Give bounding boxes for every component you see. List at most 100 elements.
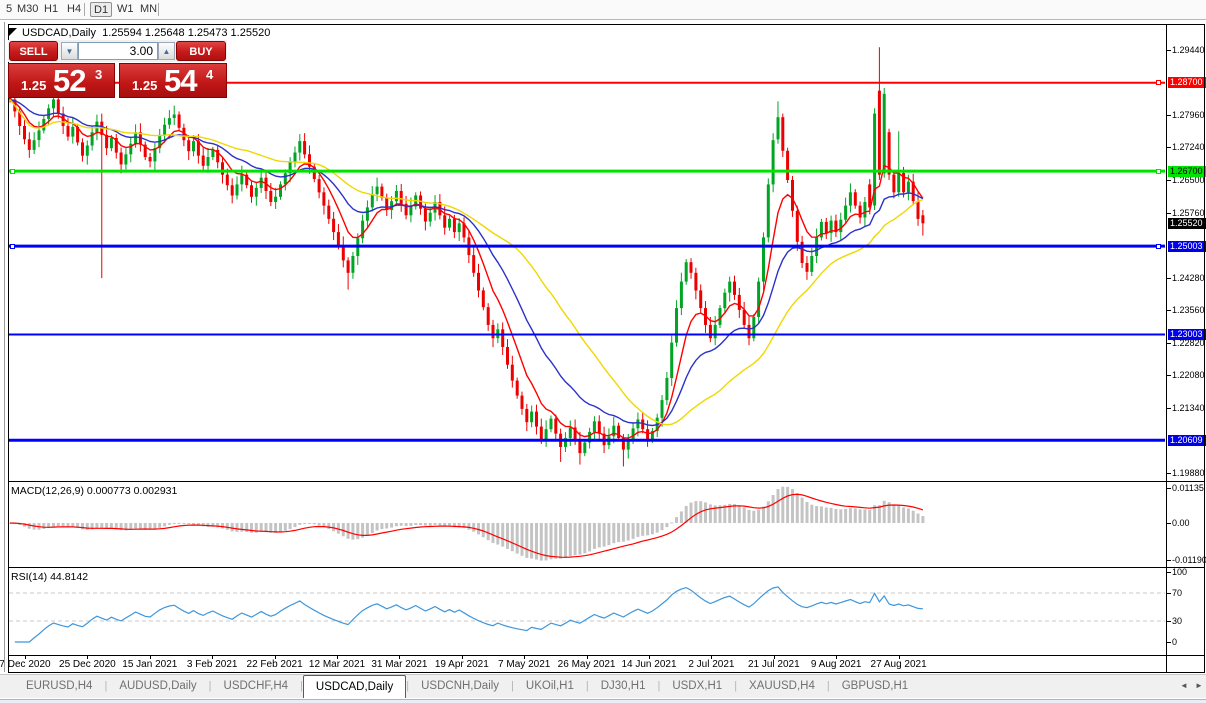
toolbar-separator xyxy=(158,3,159,16)
price-level-tag-1.23003: 1.23003 xyxy=(1168,329,1206,340)
tab-gbpusd-h1[interactable]: GBPUSD,H1 xyxy=(830,675,920,698)
chart-tab-bar: EURUSD,H4 | AUDUSD,Daily | USDCHF,H4 | USDCAD,… xyxy=(0,674,1206,698)
trade-controls-row: SELL ▼ 3.00 ▲ BUY xyxy=(8,40,227,62)
hline-handle-resistance-1.26700[interactable] xyxy=(10,168,15,174)
macd-signal-line xyxy=(9,493,924,558)
chart-frame-left-border xyxy=(8,24,9,672)
price-tick xyxy=(1167,115,1171,116)
price-macd-divider xyxy=(8,481,1205,482)
date-label: 26 May 2021 xyxy=(557,659,616,670)
macd-tick-label: 0.00 xyxy=(1172,518,1190,528)
timeframe-button-h1[interactable]: H1 xyxy=(41,2,61,17)
symbol-title: USDCAD,Daily xyxy=(22,27,96,39)
tab-scroll-left-icon[interactable]: ◄ xyxy=(1180,681,1188,690)
status-bar xyxy=(0,699,1206,703)
price-tick xyxy=(1167,408,1171,409)
tab-xauusd-h4[interactable]: XAUUSD,H4 xyxy=(737,675,827,698)
volume-input[interactable]: 3.00 xyxy=(78,42,158,60)
rsi-tick-label: 100 xyxy=(1172,567,1188,577)
date-label: 31 Mar 2021 xyxy=(371,659,428,670)
sell-quote-button[interactable]: 1.25 52 3 xyxy=(8,63,115,98)
tab-usdcnh-daily[interactable]: USDCNH,Daily xyxy=(409,675,511,698)
axis-divider xyxy=(1166,24,1167,672)
macd-histogram xyxy=(9,486,925,561)
chart-marker-icon xyxy=(9,28,17,36)
price-tick-label: 1.27960 xyxy=(1172,110,1205,120)
sell-price-prefix: 1.25 xyxy=(21,78,47,93)
timeframe-button-mn[interactable]: MN xyxy=(137,2,160,17)
rsi-tick-label: 0 xyxy=(1172,637,1178,647)
hline-handle-support-1.25003[interactable] xyxy=(10,243,15,249)
price-tick-label: 1.29440 xyxy=(1172,45,1205,55)
price-tick xyxy=(1167,180,1171,181)
buy-quote-button[interactable]: 1.25 54 4 xyxy=(119,63,227,98)
sell-price-main: 52 xyxy=(53,63,86,98)
rsi-line xyxy=(14,586,923,643)
price-tick-label: 1.19880 xyxy=(1172,468,1205,478)
hline-handle-resistance-1.26700[interactable] xyxy=(1156,168,1161,174)
date-axis: 7 Dec 2020 25 Dec 2020 15 Jan 2021 3 Feb 20… xyxy=(0,656,1166,672)
date-label: 27 Aug 2021 xyxy=(870,659,927,670)
tab-dj30-h1[interactable]: DJ30,H1 xyxy=(589,675,658,698)
rsi-tick xyxy=(1167,593,1171,594)
macd-rsi-divider xyxy=(8,567,1205,568)
price-tick xyxy=(1167,147,1171,148)
candlesticks-series xyxy=(9,47,925,467)
rsi-tick xyxy=(1167,642,1171,643)
toolbar-separator xyxy=(84,3,85,16)
rsi-date-divider xyxy=(8,655,1205,656)
volume-increase-icon[interactable]: ▲ xyxy=(158,42,175,60)
tab-usdcad-daily[interactable]: USDCAD,Daily xyxy=(302,675,407,698)
price-level-tag-1.28700: 1.28700 xyxy=(1168,77,1206,88)
timeframe-button-w1[interactable]: W1 xyxy=(114,2,137,17)
price-tick xyxy=(1167,213,1171,214)
macd-tick-label: -0.01190 xyxy=(1172,555,1206,565)
sell-button[interactable]: SELL xyxy=(9,41,58,61)
macd-label: MACD(12,26,9) 0.000773 0.002931 xyxy=(11,485,178,497)
chart-frame-outer-border xyxy=(4,22,5,672)
one-click-trading-panel: SELL ▼ 3.00 ▲ BUY 1.25 52 3 1.25 54 4 xyxy=(8,40,227,98)
date-label: 14 Jun 2021 xyxy=(621,659,677,670)
date-label: 7 May 2021 xyxy=(498,659,551,670)
chart-frame-bottom-border xyxy=(8,672,1205,673)
price-tick-label: 1.27240 xyxy=(1172,142,1205,152)
macd-tick xyxy=(1167,523,1171,524)
price-tick-label: 1.21340 xyxy=(1172,403,1205,413)
macd-tick xyxy=(1167,488,1171,489)
timeframe-button-h4[interactable]: H4 xyxy=(64,2,84,17)
price-tick-label: 1.23560 xyxy=(1172,305,1205,315)
rsi-label: RSI(14) 44.8142 xyxy=(11,571,89,583)
price-level-tag-1.25520: 1.25520 xyxy=(1168,218,1206,229)
buy-price-pip: 4 xyxy=(206,67,214,82)
tab-usdx-h1[interactable]: USDX,H1 xyxy=(660,675,734,698)
buy-button[interactable]: BUY xyxy=(176,41,226,61)
date-label: 15 Jan 2021 xyxy=(122,659,178,670)
volume-decrease-icon[interactable]: ▼ xyxy=(61,42,78,60)
price-level-tag-1.26700: 1.26700 xyxy=(1168,166,1206,177)
price-tick xyxy=(1167,50,1171,51)
hline-handle-support-1.25003[interactable] xyxy=(1156,243,1161,249)
tab-eurusd-h4[interactable]: EURUSD,H4 xyxy=(14,675,104,698)
macd-tick xyxy=(1167,560,1171,561)
tab-scroll-right-icon[interactable]: ► xyxy=(1195,681,1203,690)
timeframe-toolbar: 5 M30 H1 H4 D1 W1 MN xyxy=(0,0,1206,20)
hline-handle-resistance-1.28700[interactable] xyxy=(1156,80,1161,86)
date-label: 25 Dec 2020 xyxy=(59,659,116,670)
tab-audusd-daily[interactable]: AUDUSD,Daily xyxy=(107,675,208,698)
date-label: 9 Aug 2021 xyxy=(810,659,862,670)
tab-ukoil-h1[interactable]: UKOil,H1 xyxy=(514,675,586,698)
tab-usdchf-h4[interactable]: USDCHF,H4 xyxy=(212,675,301,698)
buy-price-main: 54 xyxy=(164,63,197,98)
symbol-ohlc-line: USDCAD,Daily 1.25594 1.25648 1.25473 1.2… xyxy=(22,27,270,39)
chart-frame-right-border xyxy=(1204,24,1205,672)
date-label: 12 Mar 2021 xyxy=(308,659,366,670)
timeframe-button-m30[interactable]: M30 xyxy=(14,2,41,17)
timeframe-button-d1[interactable]: D1 xyxy=(90,2,113,17)
price-tick xyxy=(1167,473,1171,474)
chart-frame-top-border xyxy=(8,24,1205,25)
rsi-tick-label: 70 xyxy=(1172,588,1183,598)
macd-tick-label: 0.01135 xyxy=(1172,483,1204,493)
price-tick-label: 1.25760 xyxy=(1172,208,1205,218)
price-tick-label: 1.24280 xyxy=(1172,273,1205,283)
date-label: 19 Apr 2021 xyxy=(434,659,489,670)
